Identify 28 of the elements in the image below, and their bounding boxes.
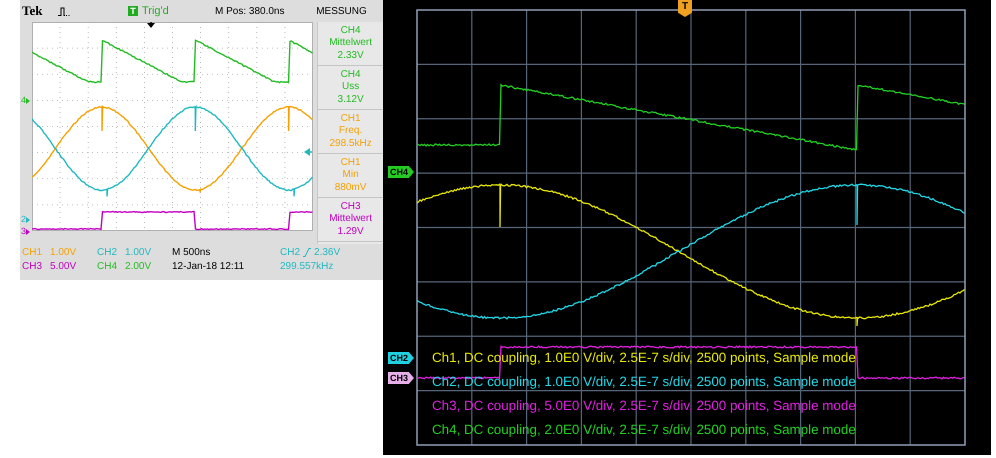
pulse-icon — [58, 6, 70, 16]
trigger-status: Trig'd — [142, 5, 170, 17]
frequency-readout: 299.557kHz — [280, 261, 334, 272]
brand-label: Tek — [22, 3, 44, 19]
channel-scale: CH2 1.00V — [97, 247, 152, 258]
position-readout: M Pos: 380.0ns — [215, 6, 286, 16]
rising-edge-icon — [303, 248, 312, 257]
channel-legend: Ch2, DC coupling, 1.0E0 V/div, 2.5E-7 s/div, 2500 points, Sample mode — [432, 374, 856, 389]
channel-marker: 2 — [21, 215, 26, 224]
channel-scale: CH4 2.00V — [97, 261, 152, 272]
timebase-readout: M 500ns — [172, 247, 212, 258]
trigger-position-icon — [147, 22, 155, 28]
trigger-marker: T — [678, 0, 692, 17]
date-time: 12-Jan-18 12:11 — [172, 261, 246, 272]
channel-scale: CH1 1.00V — [22, 247, 78, 258]
trigger-level-icon — [304, 148, 312, 156]
trigger-badge: T — [128, 6, 138, 16]
channel-legend: Ch3, DC coupling, 5.0E0 V/div, 2.5E-7 s/div, 2500 points, Sample mode — [432, 398, 856, 413]
channel-tag: CH4 — [388, 166, 414, 178]
trigger-source: CH2 — [280, 247, 300, 258]
trigger-level: 2.36V — [314, 247, 340, 258]
menu-title: MESSUNG — [315, 6, 368, 16]
channel-scale: CH3 5.00V — [22, 261, 78, 272]
channel-tag: CH2 — [388, 352, 414, 364]
channel-marker: 4 — [21, 96, 26, 105]
channel-tag: CH3 — [388, 372, 414, 384]
arrow-icon — [26, 98, 30, 104]
channel-marker: 3 — [21, 227, 26, 236]
